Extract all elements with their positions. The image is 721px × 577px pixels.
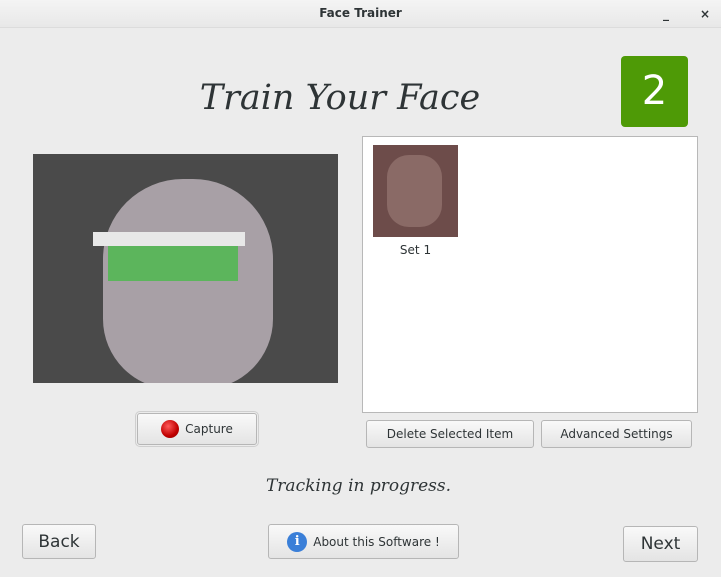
info-icon: i [287, 531, 308, 552]
camera-preview [33, 154, 338, 383]
delete-selected-button[interactable]: Delete Selected Item [366, 420, 534, 448]
capture-label: Capture [185, 422, 233, 436]
advanced-settings-button[interactable]: Advanced Settings [541, 420, 692, 448]
status-text: Tracking in progress. [265, 476, 452, 496]
set-thumbnail[interactable] [373, 145, 458, 237]
step-number-badge: 2 [621, 56, 688, 127]
minimize-button[interactable]: _ [656, 4, 676, 24]
close-button[interactable]: × [695, 4, 715, 24]
face-thumbnail-image [387, 155, 442, 227]
about-label: About this Software ! [313, 534, 440, 549]
capture-button[interactable]: Capture [135, 411, 259, 447]
title-bar: Face Trainer _ × [0, 0, 721, 28]
tracking-band [93, 232, 245, 246]
window-title: Face Trainer [319, 6, 402, 20]
captured-sets-list[interactable]: Set 1 [362, 136, 698, 413]
set-label: Set 1 [399, 243, 432, 257]
about-button[interactable]: i About this Software ! [268, 524, 459, 559]
next-button[interactable]: Next [623, 526, 698, 562]
back-button[interactable]: Back [22, 524, 96, 559]
record-icon [161, 420, 180, 438]
face-image [103, 179, 273, 383]
page-title: Train Your Face [199, 78, 481, 118]
eye-tracking-overlay [108, 246, 238, 281]
